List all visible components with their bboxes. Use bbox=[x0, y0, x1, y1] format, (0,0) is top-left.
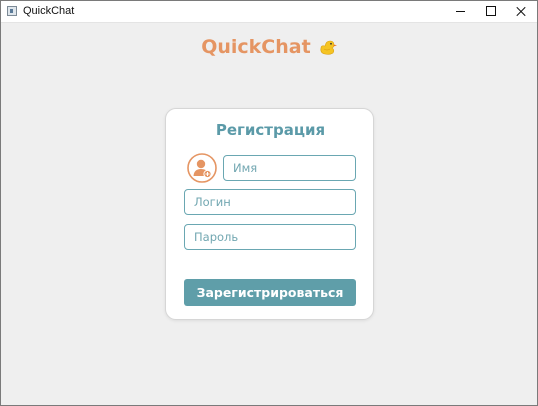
name-field[interactable]: Имя bbox=[223, 155, 356, 181]
logo-text: QuickChat bbox=[201, 36, 311, 58]
login-field[interactable]: Логин bbox=[184, 189, 356, 215]
maximize-button[interactable] bbox=[476, 1, 506, 22]
minimize-button[interactable] bbox=[446, 1, 476, 22]
app-icon bbox=[7, 6, 17, 16]
window-title: QuickChat bbox=[23, 5, 75, 17]
title-bar: QuickChat bbox=[1, 1, 537, 23]
app-logo: QuickChat bbox=[1, 35, 537, 59]
password-field[interactable]: Пароль bbox=[184, 224, 356, 250]
add-user-avatar-icon[interactable] bbox=[187, 153, 217, 183]
register-button[interactable]: Зарегистрироваться bbox=[184, 279, 356, 306]
form-title: Регистрация bbox=[215, 121, 326, 139]
close-button[interactable] bbox=[506, 1, 536, 22]
app-window: QuickChat QuickChat Регистрация Имя Логи… bbox=[0, 0, 538, 406]
registration-card: Регистрация Имя Логин Пароль Зарегистрир… bbox=[165, 108, 374, 320]
duck-icon bbox=[317, 38, 337, 56]
